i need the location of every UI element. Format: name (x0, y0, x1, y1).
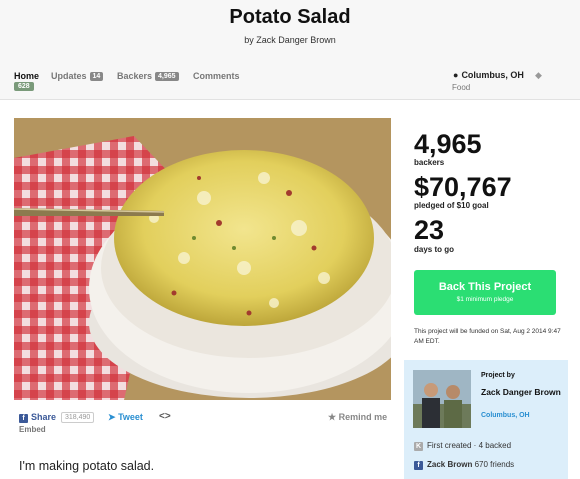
share-count: 318,490 (61, 412, 95, 423)
facebook-icon: f (19, 414, 28, 423)
pledged-amount: $70,767 (414, 172, 512, 202)
creator-history: K First created · 4 backed (414, 441, 511, 451)
pledged-goal-label: pledged of $10 goal (414, 201, 489, 210)
location-pin-icon: ● (453, 70, 459, 80)
tab-backers-label: Backers (117, 71, 153, 81)
backers-count-badge: 4,965 (155, 72, 179, 81)
tab-updates-label: Updates (51, 71, 87, 81)
project-category[interactable]: Food (452, 83, 470, 92)
tab-home[interactable]: Home (14, 71, 39, 81)
kickstarter-icon: K (414, 442, 423, 451)
back-button-label: Back This Project (438, 281, 532, 293)
embed-button[interactable]: Embed (19, 425, 46, 434)
updates-count-badge: 14 (89, 72, 104, 81)
creator-photo (413, 370, 471, 428)
home-count-badge: 628 (14, 82, 34, 91)
tag-icon: ◆ (535, 70, 542, 80)
backers-label: backers (414, 158, 445, 167)
facebook-friends: 670 friends (474, 460, 515, 469)
twitter-icon: ➤ (108, 412, 116, 422)
facebook-icon: f (414, 461, 423, 470)
creator-name[interactable]: Zack Danger Brown (481, 387, 561, 397)
tab-backers[interactable]: Backers 4,965 (117, 71, 179, 81)
facebook-name: Zack Brown (427, 460, 473, 469)
funding-note: This project will be funded on Sat, Aug … (414, 328, 561, 345)
creator-avatar[interactable] (413, 370, 471, 428)
project-video-thumbnail[interactable] (14, 118, 391, 400)
creator-facebook[interactable]: f Zack Brown 670 friends (414, 460, 514, 470)
back-this-project-button[interactable]: Back This Project $1 minimum pledge (414, 270, 556, 315)
project-by-heading: Project by (481, 372, 515, 379)
tab-comments[interactable]: Comments (193, 71, 240, 81)
days-remaining-label: days to go (414, 245, 455, 254)
backers-count: 4,965 (414, 129, 482, 159)
creator-history-text: First created · 4 backed (427, 441, 512, 450)
tab-comments-label: Comments (193, 71, 240, 81)
embed-icon[interactable]: <> (159, 411, 171, 422)
creator-panel: Project by Zack Danger Brown Columbus, O… (404, 360, 568, 479)
creator-byline[interactable]: by Zack Danger Brown (0, 35, 580, 45)
remind-me-button[interactable]: ★ Remind me (328, 412, 387, 423)
days-remaining: 23 (414, 215, 445, 245)
location-label: Columbus, OH (461, 70, 524, 80)
tweet-button[interactable]: ➤ Tweet (108, 412, 143, 423)
remind-label: Remind me (338, 412, 388, 422)
tab-updates[interactable]: Updates 14 (51, 71, 104, 81)
project-description: I'm making potato salad. (19, 459, 155, 473)
potato-salad-image (14, 118, 391, 400)
star-icon: ★ (328, 412, 337, 422)
page-title: Potato Salad (229, 6, 351, 28)
creator-location[interactable]: Columbus, OH (481, 412, 530, 419)
project-header: Potato Salad by Zack Danger Brown Home 6… (0, 0, 580, 100)
project-location[interactable]: ● Columbus, OH (453, 70, 524, 80)
share-button[interactable]: f Share (19, 412, 56, 423)
share-label: Share (31, 412, 57, 422)
back-button-sublabel: $1 minimum pledge (456, 296, 514, 303)
tweet-label: Tweet (118, 412, 143, 422)
tab-home-label: Home (14, 71, 40, 81)
